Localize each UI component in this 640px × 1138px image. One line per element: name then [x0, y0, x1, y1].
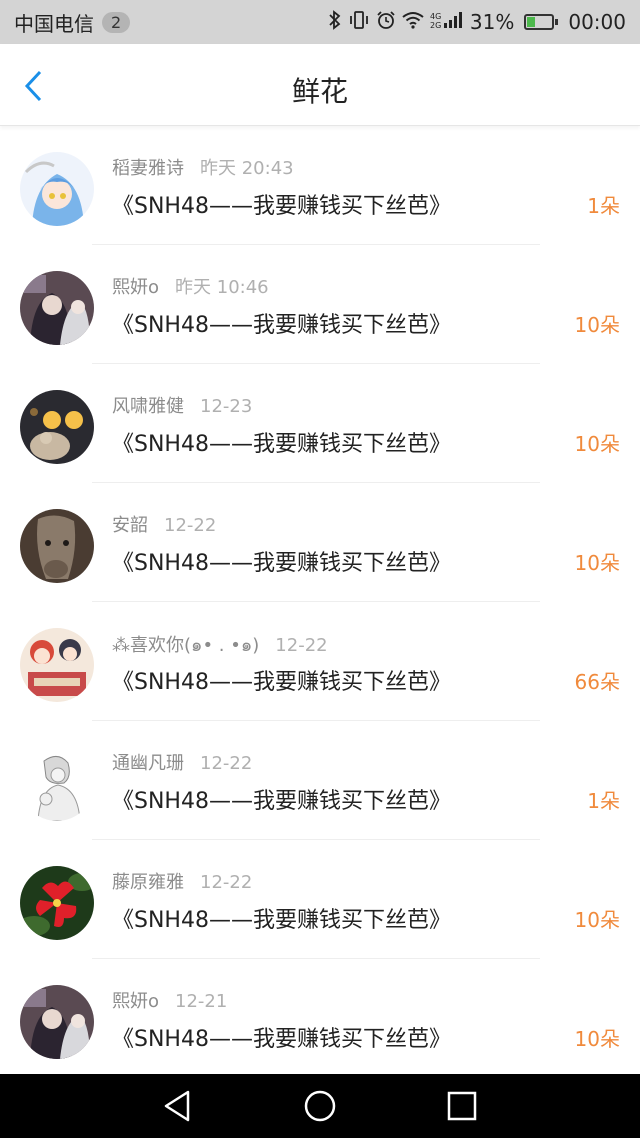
book-title: 《SNH48——我要赚钱买下丝芭》 — [112, 551, 451, 576]
avatar[interactable] — [20, 628, 94, 702]
gift-meta: 安韶 12-22 — [112, 511, 216, 537]
gift-meta: 通幽凡珊 12-22 — [112, 749, 252, 775]
username[interactable]: 通幽凡珊 — [112, 753, 184, 774]
gift-date: 昨天 20:43 — [200, 158, 294, 179]
vibrate-icon — [348, 10, 370, 35]
flower-count: 10朵 — [574, 908, 620, 932]
username[interactable]: 熙妍o — [112, 277, 159, 298]
gift-meta: 熙妍o 12-21 — [112, 987, 227, 1013]
gift-date: 12-22 — [200, 753, 253, 774]
gift-meta: 藤原雍雅 12-22 — [112, 868, 252, 894]
list-item[interactable]: 藤原雍雅 12-22 《SNH48——我要赚钱买下丝芭》 10朵 — [0, 840, 640, 959]
flower-count: 10朵 — [574, 1027, 620, 1051]
gift-date: 昨天 10:46 — [175, 277, 269, 298]
avatar[interactable] — [20, 390, 94, 464]
list-item[interactable]: 风啸雅健 12-23 《SNH48——我要赚钱买下丝芭》 10朵 — [0, 364, 640, 483]
carrier-name: 中国电信 — [14, 11, 94, 36]
gift-meta: 熙妍o 昨天 10:46 — [112, 273, 269, 299]
avatar[interactable] — [20, 152, 94, 226]
battery-icon — [524, 14, 559, 30]
avatar[interactable] — [20, 509, 94, 583]
list-item[interactable]: 通幽凡珊 12-22 《SNH48——我要赚钱买下丝芭》 1朵 — [0, 721, 640, 840]
flower-gift-list: 稻妻雅诗 昨天 20:43 《SNH48——我要赚钱买下丝芭》 1朵 熙妍o 昨天 … — [0, 126, 640, 1078]
book-title: 《SNH48——我要赚钱买下丝芭》 — [112, 194, 451, 219]
gift-date: 12-22 — [164, 515, 217, 536]
list-item[interactable]: 安韶 12-22 《SNH48——我要赚钱买下丝芭》 10朵 — [0, 483, 640, 602]
gift-date: 12-21 — [175, 991, 228, 1012]
recents-square-icon[interactable] — [444, 1088, 480, 1124]
svg-text:4G: 4G — [430, 12, 441, 21]
book-title: 《SNH48——我要赚钱买下丝芭》 — [112, 313, 451, 338]
flower-count: 10朵 — [574, 551, 620, 575]
signal-4g-icon: 4G 2G — [430, 10, 464, 35]
book-title: 《SNH48——我要赚钱买下丝芭》 — [112, 1027, 451, 1052]
avatar[interactable] — [20, 271, 94, 345]
gift-meta: ⁂喜欢你(๑• . •๑) 12-22 — [112, 630, 328, 659]
gift-date: 12-22 — [275, 635, 328, 656]
header: 鲜花 — [0, 44, 640, 126]
clock: 00:00 — [568, 10, 626, 34]
book-title: 《SNH48——我要赚钱买下丝芭》 — [112, 908, 451, 933]
book-title: 《SNH48——我要赚钱买下丝芭》 — [112, 670, 451, 695]
gift-meta: 风啸雅健 12-23 — [112, 392, 252, 418]
list-item[interactable]: ⁂喜欢你(๑• . •๑) 12-22 《SNH48——我要赚钱买下丝芭》 66朵 — [0, 602, 640, 721]
username[interactable]: ⁂喜欢你(๑• . •๑) — [112, 635, 259, 656]
avatar[interactable] — [20, 985, 94, 1059]
system-navigation-bar — [0, 1074, 640, 1138]
status-bar: 中国电信 2 4G 2G 31% 00:00 — [0, 0, 640, 44]
bluetooth-icon — [328, 9, 342, 35]
username[interactable]: 熙妍o — [112, 991, 159, 1012]
username[interactable]: 藤原雍雅 — [112, 872, 184, 893]
flower-count: 1朵 — [587, 789, 620, 813]
home-circle-icon[interactable] — [302, 1088, 338, 1124]
avatar[interactable] — [20, 866, 94, 940]
book-title: 《SNH48——我要赚钱买下丝芭》 — [112, 789, 451, 814]
book-title: 《SNH48——我要赚钱买下丝芭》 — [112, 432, 451, 457]
username[interactable]: 风啸雅健 — [112, 396, 184, 417]
gift-meta: 稻妻雅诗 昨天 20:43 — [112, 154, 294, 180]
flower-count: 10朵 — [574, 313, 620, 337]
avatar[interactable] — [20, 747, 94, 821]
list-item[interactable]: 熙妍o 12-21 《SNH48——我要赚钱买下丝芭》 10朵 — [0, 959, 640, 1078]
notification-count-badge: 2 — [102, 11, 131, 33]
battery-level-fill — [527, 17, 536, 27]
flower-count: 66朵 — [574, 670, 620, 694]
list-item[interactable]: 稻妻雅诗 昨天 20:43 《SNH48——我要赚钱买下丝芭》 1朵 — [0, 126, 640, 245]
wifi-icon — [402, 11, 424, 34]
status-icons: 4G 2G 31% 00:00 — [328, 9, 626, 35]
svg-text:2G: 2G — [430, 21, 441, 30]
battery-percent: 31% — [469, 10, 515, 34]
alarm-icon — [376, 10, 396, 35]
gift-date: 12-22 — [200, 872, 253, 893]
page-title: 鲜花 — [291, 75, 348, 108]
username[interactable]: 稻妻雅诗 — [112, 158, 184, 179]
flower-count: 10朵 — [574, 432, 620, 456]
username[interactable]: 安韶 — [112, 515, 148, 536]
back-triangle-icon[interactable] — [160, 1088, 196, 1124]
list-item[interactable]: 熙妍o 昨天 10:46 《SNH48——我要赚钱买下丝芭》 10朵 — [0, 245, 640, 364]
flower-count: 1朵 — [587, 194, 620, 218]
gift-date: 12-23 — [200, 396, 253, 417]
